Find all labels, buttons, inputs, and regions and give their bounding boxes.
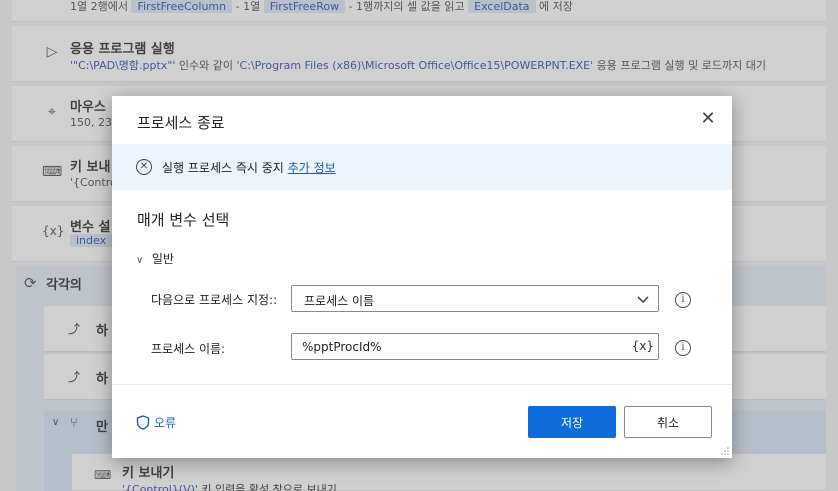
shield-icon xyxy=(136,415,150,430)
cancel-button[interactable]: 취소 xyxy=(624,406,712,438)
stop-circle-icon: ✕ xyxy=(136,159,152,175)
on-error-button[interactable]: 오류 xyxy=(136,414,176,431)
process-name-input[interactable]: %pptProcId% {x} xyxy=(291,333,659,360)
chevron-down-icon xyxy=(637,296,649,303)
info-bar: ✕ 실행 프로세스 즉시 중지 추가 정보 xyxy=(112,144,732,190)
close-icon[interactable]: ✕ xyxy=(698,110,718,130)
chevron-down-icon: ∨ xyxy=(136,255,144,266)
info-icon[interactable]: i xyxy=(675,292,691,308)
section-heading: 매개 변수 선택 xyxy=(137,211,230,229)
dialog-footer: 오류 저장 취소 xyxy=(112,384,732,458)
specify-process-label: 다음으로 프로세스 지정:: xyxy=(151,293,278,307)
resize-grip-icon[interactable] xyxy=(719,445,729,455)
save-button[interactable]: 저장 xyxy=(528,406,616,438)
input-value: %pptProcId% xyxy=(302,340,382,354)
process-name-label: 프로세스 이름: xyxy=(151,342,226,356)
info-text: 실행 프로세스 즉시 중지 xyxy=(162,161,284,175)
info-icon[interactable]: i xyxy=(675,340,691,356)
terminate-process-dialog: 프로세스 종료 ✕ ✕ 실행 프로세스 즉시 중지 추가 정보 매개 변수 선택… xyxy=(112,96,732,458)
general-group-toggle[interactable]: ∨ 일반 xyxy=(136,250,174,267)
dialog-title: 프로세스 종료 xyxy=(137,114,225,132)
select-value: 프로세스 이름 xyxy=(304,294,375,308)
specify-process-select[interactable]: 프로세스 이름 xyxy=(291,285,659,312)
variable-picker-icon[interactable]: {x} xyxy=(632,339,654,353)
group-label: 일반 xyxy=(151,252,174,266)
more-info-link[interactable]: 추가 정보 xyxy=(288,161,336,175)
